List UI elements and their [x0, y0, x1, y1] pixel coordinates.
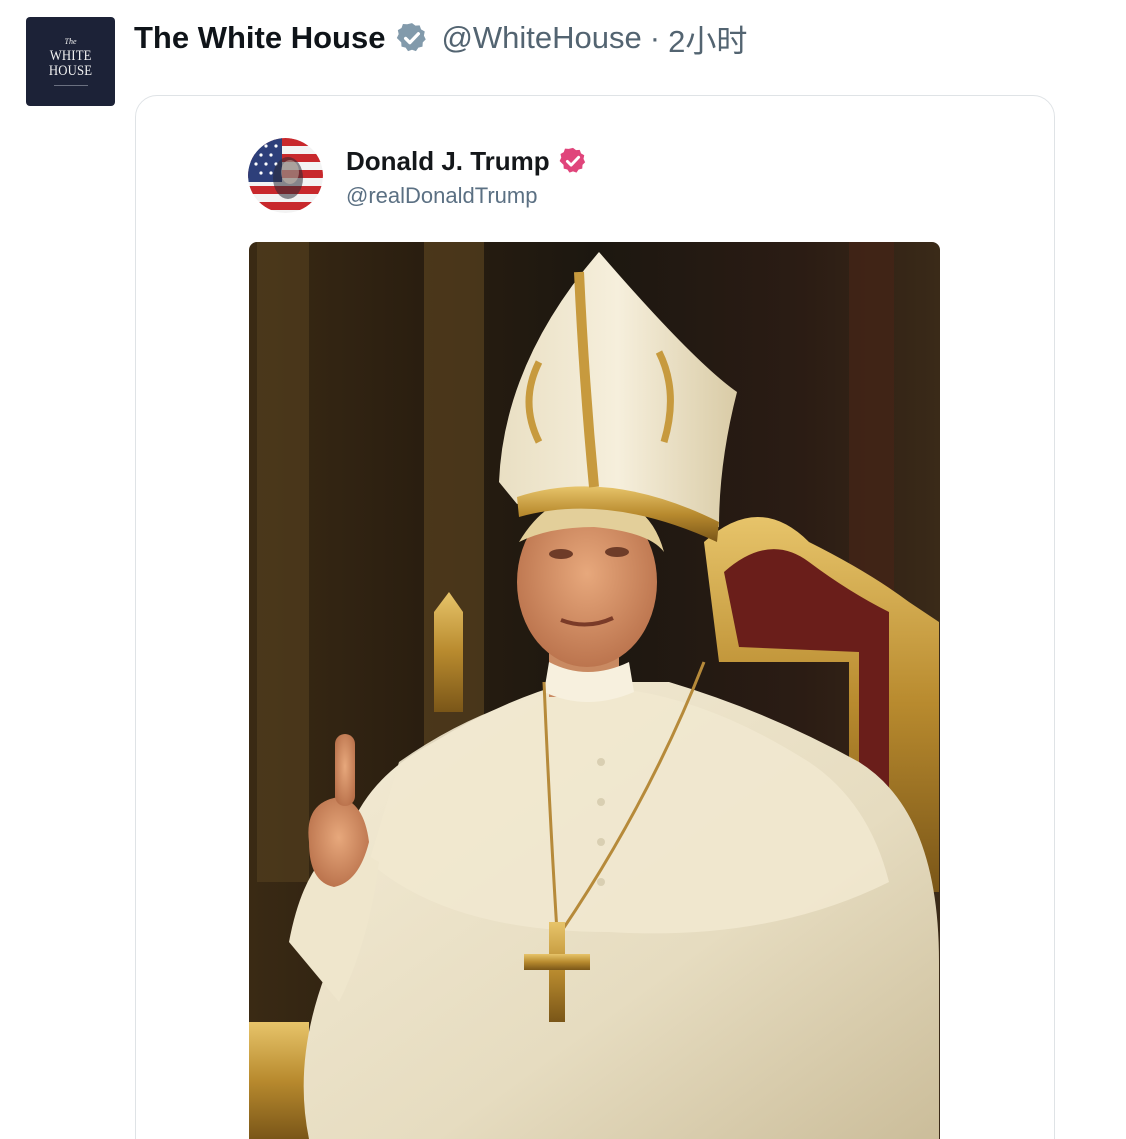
- papal-figure-illustration: [249, 242, 940, 1139]
- meta-separator: ·: [649, 20, 661, 55]
- quoted-author-handle[interactable]: @realDonaldTrump: [346, 183, 537, 209]
- quoted-author-display-name[interactable]: Donald J. Trump: [346, 146, 550, 177]
- quoted-author-row: Donald J. Trump: [346, 143, 588, 179]
- author-display-name[interactable]: The White House: [134, 20, 385, 56]
- flag-portrait-avatar-image: [248, 138, 323, 213]
- verified-badge-icon: [397, 23, 427, 52]
- quoted-post-image[interactable]: [249, 242, 940, 1139]
- tweet-header: The White House @WhiteHouse · 2小时: [134, 16, 747, 61]
- tweet: The WHITE HOUSE The White House @WhiteHo…: [0, 0, 1126, 1139]
- avatar-logo-text-house: HOUSE: [48, 62, 93, 79]
- post-timestamp[interactable]: 2小时: [668, 16, 747, 61]
- white-house-avatar[interactable]: The WHITE HOUSE: [26, 17, 115, 106]
- pink-verified-badge-icon: [559, 147, 585, 173]
- quoted-author-avatar[interactable]: [248, 138, 323, 213]
- avatar-logo-text-white: WHITE: [49, 47, 92, 64]
- author-handle[interactable]: @WhiteHouse: [441, 20, 641, 56]
- avatar-logo-rule: [53, 84, 88, 86]
- avatar-logo-text-the: The: [64, 36, 77, 46]
